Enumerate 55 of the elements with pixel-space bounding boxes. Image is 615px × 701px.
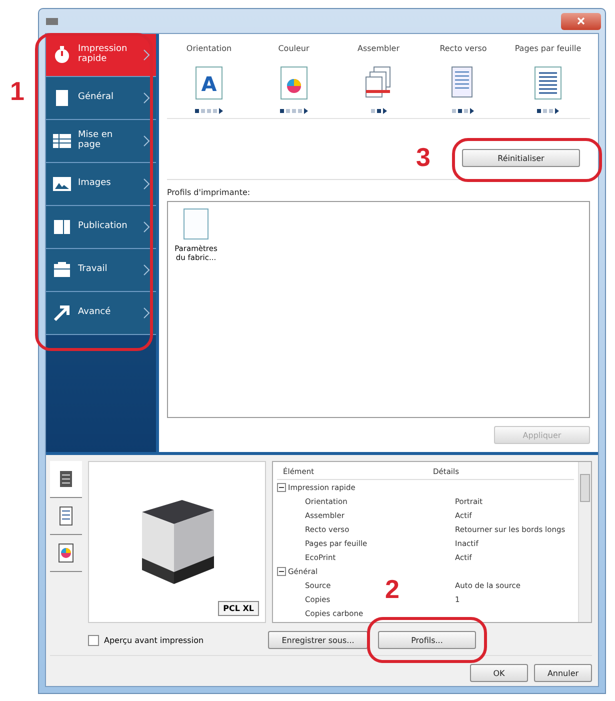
collapse-toggle[interactable] — [277, 566, 286, 576]
chevron-icon — [143, 307, 150, 319]
sidebar-item[interactable]: Mise en page — [46, 120, 156, 163]
pager-arrow-icon[interactable] — [382, 108, 386, 114]
reset-button[interactable]: Réinitialiser — [462, 149, 580, 167]
callout-number: 1 — [10, 76, 24, 107]
color-wheel-icon — [58, 543, 74, 563]
grid-icon — [52, 131, 72, 151]
callout-number: 2 — [385, 574, 400, 605]
close-button[interactable] — [561, 12, 601, 30]
dialog-button[interactable]: Annuler — [534, 664, 592, 682]
sidebar-item[interactable]: Impression rapide — [46, 34, 156, 77]
checkbox[interactable] — [88, 634, 99, 646]
chevron-icon — [143, 221, 150, 233]
chevron-icon — [143, 264, 150, 276]
dialog-button[interactable]: OK — [470, 664, 528, 682]
collapse-toggle[interactable] — [277, 482, 286, 492]
scrollbar[interactable] — [578, 462, 591, 622]
setting-label: Recto verso — [440, 44, 487, 55]
pager-arrow-icon[interactable] — [470, 108, 474, 114]
preview-tab[interactable] — [50, 461, 82, 498]
portrait-page-icon: A — [195, 66, 223, 100]
close-icon — [577, 17, 585, 25]
chevron-icon — [143, 135, 150, 147]
chevron-icon — [143, 49, 150, 61]
arrow-icon — [52, 303, 72, 323]
page-icon — [183, 208, 209, 240]
pager-arrow-icon[interactable] — [555, 108, 559, 114]
pdl-badge: PCL XL — [218, 601, 259, 616]
callout-number: 3 — [416, 142, 430, 173]
image-icon — [52, 174, 72, 194]
setting-label: Assembler — [357, 44, 400, 55]
sidebar-item[interactable]: Publication — [46, 206, 156, 249]
sidebar-item[interactable]: Images — [46, 163, 156, 206]
tray-icon — [52, 260, 72, 280]
page-icon — [58, 506, 74, 526]
preview-checkbox[interactable]: Aperçu avant impression — [88, 634, 258, 646]
sidebar-item[interactable]: Avancé — [46, 292, 156, 335]
sidebar-item[interactable]: Travail — [46, 249, 156, 292]
sidebar-item[interactable]: Général — [46, 77, 156, 120]
profiles-button[interactable]: Profils... — [378, 631, 476, 649]
book-icon — [52, 217, 72, 237]
setting-label: Orientation — [186, 44, 232, 55]
pager-arrow-icon[interactable] — [219, 108, 223, 114]
chevron-icon — [143, 178, 150, 190]
setting-label: Couleur — [278, 44, 310, 55]
chevron-icon — [143, 92, 150, 104]
pager-arrow-icon[interactable] — [304, 108, 308, 114]
color-page-icon — [280, 66, 308, 100]
profiles-label: Profils d'imprimante: — [167, 188, 252, 197]
setting-label: Pages par feuille — [514, 44, 582, 55]
collated-pages-icon — [364, 66, 392, 100]
save-as-button[interactable]: Enregistrer sous... — [268, 631, 368, 649]
stopwatch-icon — [52, 45, 72, 65]
lined-page-icon — [534, 66, 562, 100]
